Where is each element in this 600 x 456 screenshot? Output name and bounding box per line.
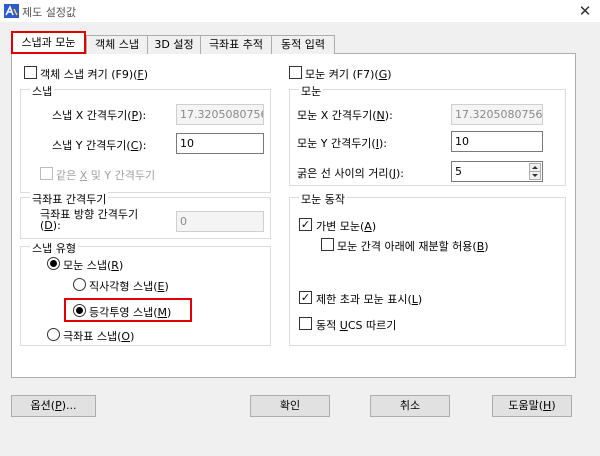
snap-group-label: 스냅 (30, 83, 55, 99)
major-line-label: 굵은 선 사이의 거리(J): (297, 167, 404, 180)
tab-object-snap[interactable]: 객체 스냅 (86, 35, 148, 54)
grid-on-checkbox[interactable] (289, 66, 302, 79)
app-logo-icon (4, 4, 19, 18)
polar-group-label: 극좌표 간격두기 (30, 191, 109, 207)
window-title: 제도 설정값 (22, 6, 77, 19)
grid-y-input[interactable]: 10 (451, 131, 543, 152)
title-bar (0, 0, 600, 22)
grid-behavior-group-label: 모눈 동작 (299, 191, 347, 207)
rectangular-snap-label: 직사각형 스냅(E) (89, 280, 169, 293)
tab-polar-tracking[interactable]: 극좌표 추적 (200, 35, 272, 54)
beyond-limits-checkbox[interactable]: ✓ (299, 291, 312, 304)
tab-3d-settings[interactable]: 3D 설정 (147, 35, 201, 54)
polar-snap-radio[interactable] (47, 328, 60, 341)
grid-on-label: 모눈 켜기 (F7)(G) (305, 68, 392, 81)
grid-snap-radio[interactable] (47, 257, 60, 270)
equal-xy-checkbox[interactable] (40, 167, 53, 180)
tab-dynamic-input[interactable]: 동적 입력 (271, 35, 335, 54)
grid-x-input[interactable]: 17.3205080756 (451, 104, 543, 125)
follow-ucs-label: 동적 UCS 따르기 (316, 319, 397, 332)
equal-xy-label: 같은 X 및 Y 간격두기 (56, 169, 156, 182)
options-button[interactable]: 옵션(P)... (11, 395, 96, 417)
grid-group-label: 모눈 (299, 83, 324, 99)
ok-button[interactable]: 확인 (250, 395, 330, 417)
help-button[interactable]: 도움말(H) (492, 395, 572, 417)
snap-type-group-label: 스냅 유형 (30, 240, 78, 256)
grid-x-label: 모눈 X 간격두기(N): (297, 109, 393, 122)
polar-snap-label: 극좌표 스냅(O) (63, 330, 135, 343)
polar-distance-input[interactable]: 0 (176, 211, 264, 232)
snap-y-label: 스냅 Y 간격두기(C): (52, 139, 147, 152)
polar-distance-label-key: (D): (40, 219, 61, 232)
snap-y-input[interactable]: 10 (176, 133, 264, 154)
beyond-limits-label: 제한 초과 모눈 표시(L) (316, 293, 423, 306)
snap-on-checkbox[interactable] (24, 66, 37, 79)
grid-snap-label: 모눈 스냅(R) (63, 259, 124, 272)
grid-y-label: 모눈 Y 간격두기(I): (297, 137, 387, 150)
subdivide-checkbox[interactable] (321, 238, 334, 251)
isometric-snap-radio[interactable] (73, 304, 86, 317)
subdivide-label: 모눈 간격 아래에 재분할 허용(B) (337, 240, 489, 253)
rectangular-snap-radio[interactable] (73, 278, 86, 291)
spinner-icon[interactable] (529, 163, 541, 180)
snap-on-label: 객체 스냅 켜기 (F9)(F) (40, 68, 149, 81)
isometric-snap-label: 등각투영 스냅(M) (89, 306, 172, 319)
adaptive-grid-label: 가변 모눈(A) (316, 220, 377, 233)
close-icon[interactable]: ✕ (575, 1, 595, 21)
follow-ucs-checkbox[interactable] (299, 317, 312, 330)
cancel-button[interactable]: 취소 (370, 395, 450, 417)
snap-x-label: 스냅 X 간격두기(P): (52, 109, 147, 122)
snap-x-input[interactable]: 17.3205080756 (176, 104, 264, 125)
adaptive-grid-checkbox[interactable]: ✓ (299, 218, 312, 231)
tab-snap-and-grid[interactable]: 스냅과 모눈 (11, 31, 86, 54)
